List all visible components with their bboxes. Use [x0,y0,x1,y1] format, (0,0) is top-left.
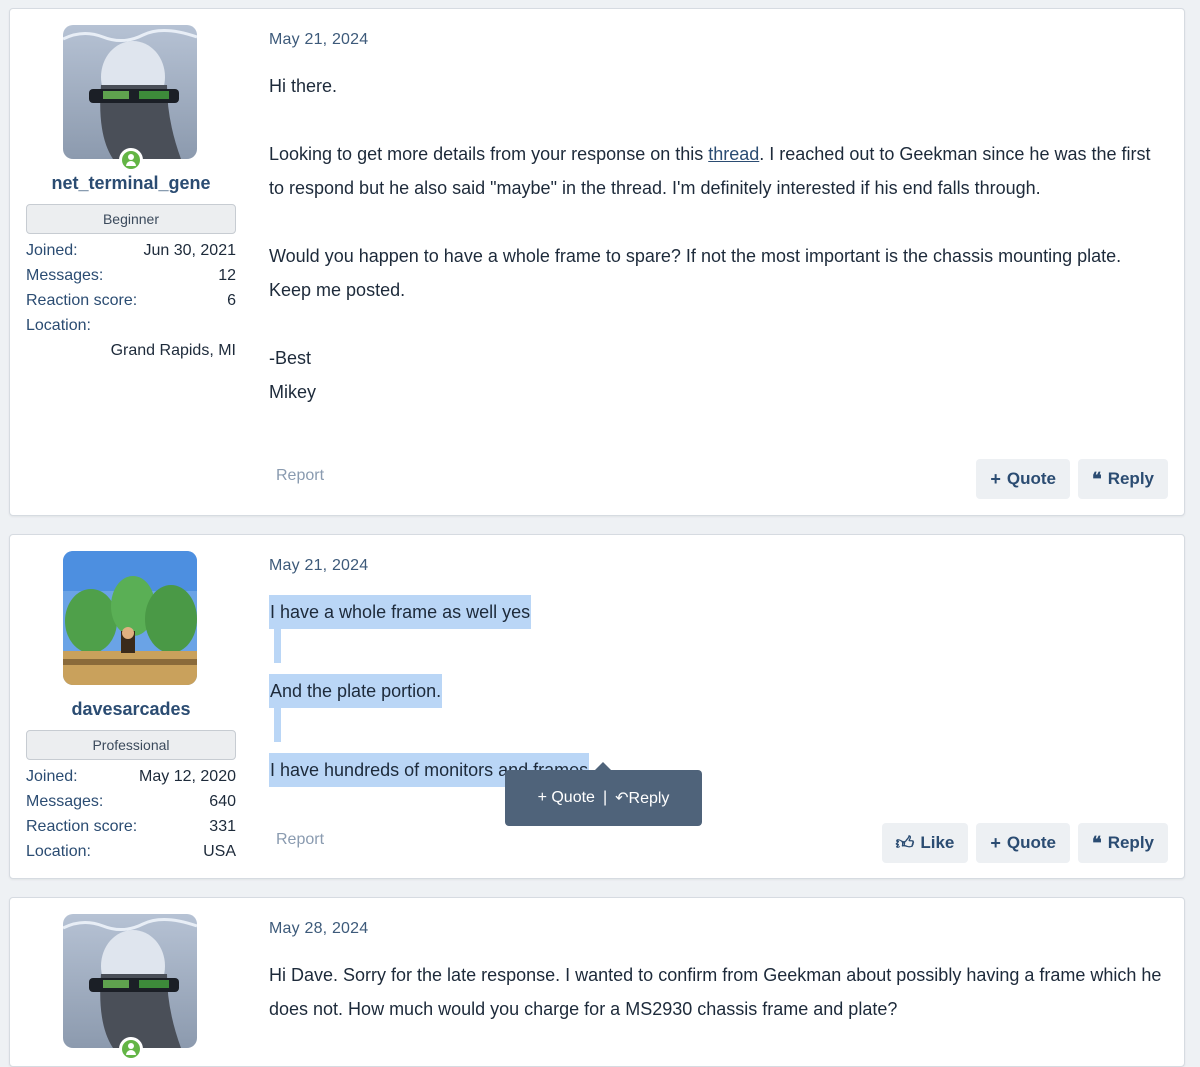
report-link[interactable]: Report [276,467,324,485]
quote-label: Quote [1006,833,1057,852]
reaction-value: 6 [227,292,236,309]
post-paragraph: Mikey [269,382,317,402]
post-actions: + Quote ❝ Reply [976,459,1168,499]
avatar[interactable] [63,914,197,1048]
user-info [26,914,236,1061]
post-body: I have a whole frame as well yes And the… [269,595,1168,787]
quote-marks-icon: ❝ [1092,468,1102,489]
user-stats: Joined: Jun 30, 2021 Messages: 12 Reaction… [26,238,236,363]
quote-button[interactable]: + Quote [976,823,1071,863]
user-rank-badge: Beginner [26,204,236,234]
selection-gap [274,629,281,663]
messages-label: Messages: [26,793,104,810]
text-span: Looking to get more details from your re… [269,144,709,164]
reply-button[interactable]: ❝ Reply [1078,823,1168,863]
thumbs-up-icon: 👍︎ [895,833,915,853]
post-paragraph: -Best [269,348,312,368]
post-paragraph: Hi there. [269,76,338,96]
tooltip-separator: | [602,789,608,806]
post-body: Hi Dave. Sorry for the late response. I … [269,965,1162,1019]
location-value: Grand Rapids, MI [110,342,236,359]
tooltip-reply-label: Reply [628,790,670,807]
reply-label: Reply [1107,833,1154,852]
username[interactable]: davesarcades [26,699,236,720]
post-date[interactable]: May 21, 2024 [269,557,368,575]
reply-button[interactable]: ❝ Reply [1078,459,1168,499]
user-rank-badge: Professional [26,730,236,760]
post-2: davesarcades Professional Joined: May 12,… [9,534,1185,879]
online-status-icon [119,1037,143,1061]
avatar[interactable] [63,551,197,685]
quote-button[interactable]: + Quote [976,459,1071,499]
reaction-value: 331 [209,818,236,835]
post-date[interactable]: May 28, 2024 [269,920,368,938]
avatar[interactable] [63,25,197,159]
reaction-label: Reaction score: [26,818,138,835]
plus-icon: + [990,832,1001,853]
user-stats: Joined: May 12, 2020 Messages: 640 Reactio… [26,764,236,864]
plus-icon: + [990,468,1001,489]
post-date[interactable]: May 21, 2024 [269,31,368,49]
messages-value: 12 [218,267,236,284]
joined-value: Jun 30, 2021 [143,242,236,259]
selection-tooltip: + Quote | ↶Reply [505,762,702,826]
tooltip-quote-label: Quote [551,789,595,806]
joined-label: Joined: [26,242,78,259]
like-label: Like [920,833,955,852]
quote-label: Quote [1006,469,1057,488]
reply-label: Reply [1107,469,1154,488]
post-actions: 👍︎ Like + Quote ❝ Reply [881,823,1168,863]
joined-label: Joined: [26,768,78,785]
online-status-icon [119,148,143,172]
thread-link[interactable]: thread [708,144,759,164]
selected-text: I have a whole frame as well yes [269,595,532,629]
report-link[interactable]: Report [276,831,324,849]
location-value: USA [203,843,236,860]
post-3: May 28, 2024 Hi Dave. Sorry for the late… [9,897,1185,1067]
tooltip-reply-button[interactable]: ↶Reply [615,788,669,808]
post-paragraph: Looking to get more details from your re… [269,137,1168,205]
like-button[interactable]: 👍︎ Like [881,823,969,863]
reply-arrow-icon: ↶ [615,790,629,807]
selected-text: And the plate portion. [269,674,443,708]
selection-gap [274,708,281,742]
location-label: Location: [26,843,91,860]
user-info: net_terminal_gene Beginner Joined: Jun 30… [26,25,236,363]
quote-marks-icon: ❝ [1092,832,1102,853]
post-paragraph: Would you happen to have a whole frame t… [269,246,1122,300]
messages-value: 640 [209,793,236,810]
username[interactable]: net_terminal_gene [26,173,236,194]
location-label: Location: [26,317,91,334]
post-body: Hi there. Looking to get more details fr… [269,69,1168,409]
tooltip-quote-button[interactable]: + Quote [538,789,595,807]
post-1: net_terminal_gene Beginner Joined: Jun 30… [9,8,1185,516]
joined-value: May 12, 2020 [139,768,236,785]
reaction-label: Reaction score: [26,292,138,309]
messages-label: Messages: [26,267,104,284]
user-info: davesarcades Professional Joined: May 12,… [26,551,236,864]
